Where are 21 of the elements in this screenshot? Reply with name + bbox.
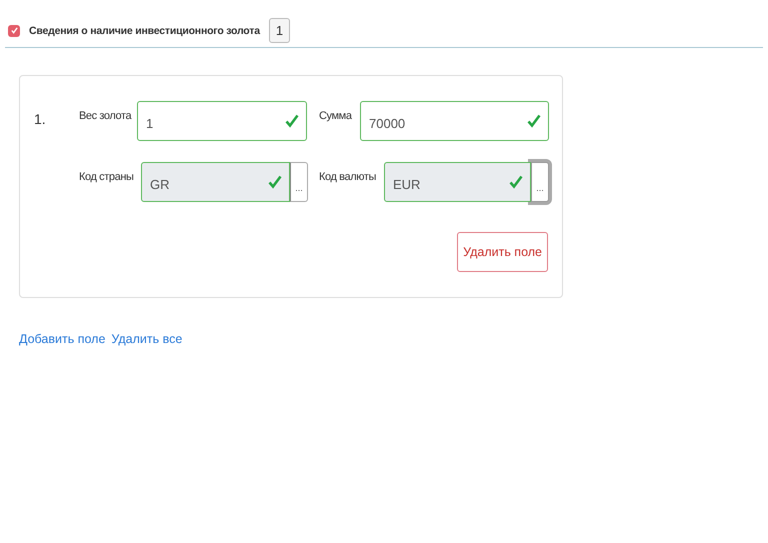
- checkmark-icon: [285, 114, 299, 128]
- checkmark-icon: [527, 114, 541, 128]
- entry-number: 1.: [34, 110, 47, 129]
- action-link[interactable]: Удалить все: [111, 332, 182, 346]
- field-label: Вес золота: [79, 109, 133, 123]
- input-field[interactable]: EUR: [384, 162, 531, 202]
- field-label: Код валюты: [319, 170, 377, 184]
- lookup-button[interactable]: ...: [531, 162, 549, 202]
- checkmark-icon: [268, 175, 282, 189]
- count-badge: 1: [268, 18, 290, 43]
- field-label: Код страны: [79, 170, 135, 184]
- section-title: Сведения о наличие инвестиционного золота: [29, 24, 260, 36]
- checkbox[interactable]: [8, 24, 20, 36]
- checkmark-icon: [509, 175, 523, 189]
- input-field[interactable]: 1: [137, 101, 307, 141]
- field-label: Сумма: [319, 109, 353, 123]
- input-field[interactable]: 70000: [360, 101, 549, 141]
- action-link[interactable]: Добавить поле: [19, 332, 106, 346]
- input-field[interactable]: GR: [141, 162, 290, 202]
- delete-field-button[interactable]: Удалить поле: [457, 232, 548, 272]
- lookup-button[interactable]: ...: [290, 162, 308, 202]
